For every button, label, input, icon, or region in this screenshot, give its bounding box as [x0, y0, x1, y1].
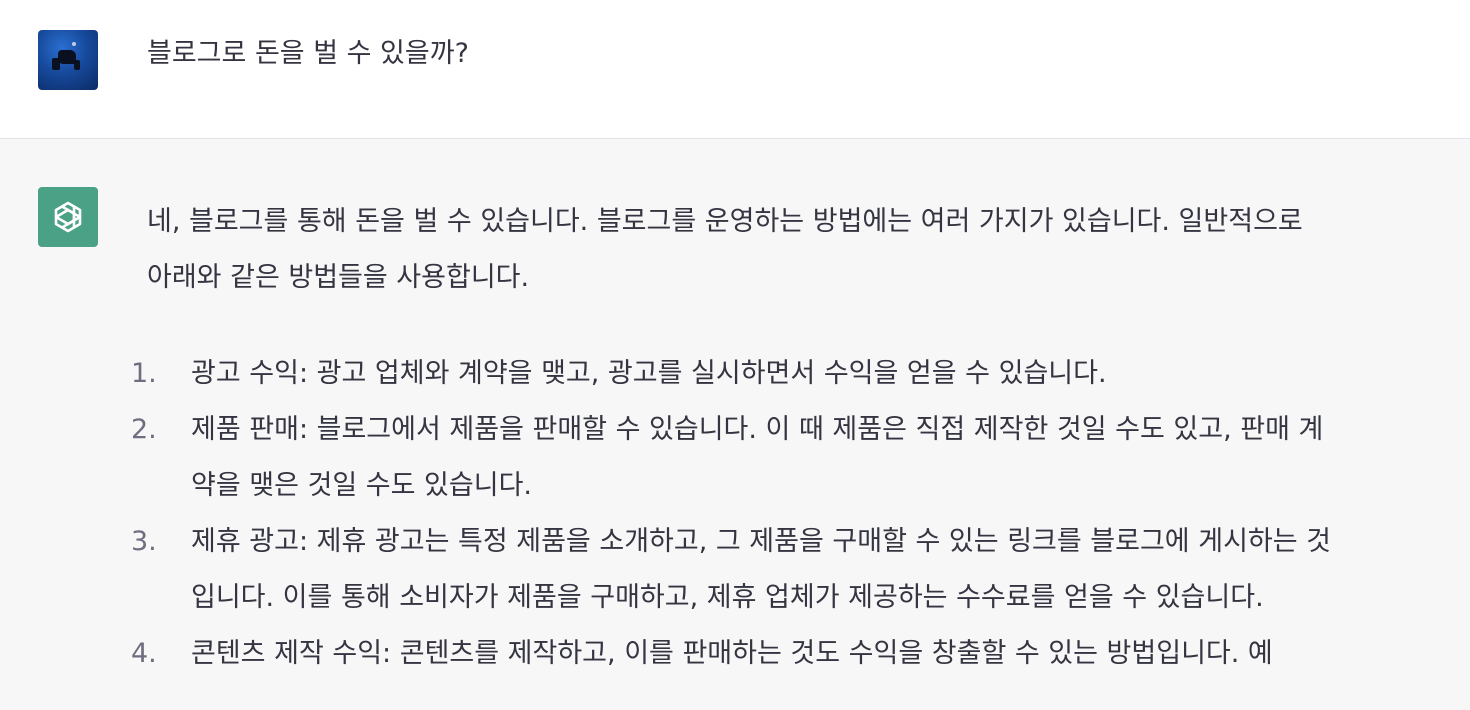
list-number: 3. — [131, 526, 157, 557]
list-item-line: 제품 판매: 블로그에서 제품을 판매할 수 있습니다. 이 때 제품은 직접 … — [191, 414, 1324, 445]
bubble-decoration — [72, 42, 76, 46]
diver-fin — [52, 58, 60, 70]
list-number: 4. — [131, 638, 157, 669]
assistant-avatar — [38, 187, 98, 247]
user-avatar — [38, 30, 98, 90]
intro-line: 네, 블로그를 통해 돈을 벌 수 있습니다. 블로그를 운영하는 방법에는 여… — [147, 206, 1303, 237]
intro-line: 아래와 같은 방법들을 사용합니다. — [147, 262, 530, 293]
list-item-line: 광고 수익: 광고 업체와 계약을 맺고, 광고를 실시하면서 수익을 얻을 수… — [191, 358, 1107, 389]
list-item: 1. 광고 수익: 광고 업체와 계약을 맺고, 광고를 실시하면서 수익을 얻… — [131, 346, 1447, 402]
diver-fin — [74, 60, 80, 70]
assistant-message-content: 네, 블로그를 통해 돈을 벌 수 있습니다. 블로그를 운영하는 방법에는 여… — [131, 194, 1447, 682]
openai-logo-icon — [54, 201, 82, 233]
user-message-text: 블로그로 돈을 벌 수 있을까? — [147, 38, 469, 69]
list-item-line: 약을 맺은 것일 수도 있습니다. — [191, 470, 532, 501]
list-item-line: 제휴 광고: 제휴 광고는 특정 제품을 소개하고, 그 제품을 구매할 수 있… — [191, 526, 1332, 557]
method-list: 1. 광고 수익: 광고 업체와 계약을 맺고, 광고를 실시하면서 수익을 얻… — [131, 346, 1447, 682]
list-item-line: 콘텐츠 제작 수익: 콘텐츠를 제작하고, 이를 판매하는 것도 수익을 창출할… — [191, 638, 1273, 669]
list-item: 4. 콘텐츠 제작 수익: 콘텐츠를 제작하고, 이를 판매하는 것도 수익을 … — [131, 626, 1447, 682]
assistant-message-row: 네, 블로그를 통해 돈을 벌 수 있습니다. 블로그를 운영하는 방법에는 여… — [0, 139, 1470, 710]
list-item: 2. 제품 판매: 블로그에서 제품을 판매할 수 있습니다. 이 때 제품은 … — [131, 402, 1447, 514]
assistant-intro: 네, 블로그를 통해 돈을 벌 수 있습니다. 블로그를 운영하는 방법에는 여… — [147, 194, 1447, 306]
list-number: 1. — [131, 358, 157, 389]
list-item: 3. 제휴 광고: 제휴 광고는 특정 제품을 소개하고, 그 제품을 구매할 … — [131, 514, 1447, 626]
list-item-line: 입니다. 이를 통해 소비자가 제품을 구매하고, 제휴 업체가 제공하는 수수… — [191, 582, 1264, 613]
user-message-row: 블로그로 돈을 벌 수 있을까? — [0, 0, 1470, 139]
list-number: 2. — [131, 414, 157, 445]
